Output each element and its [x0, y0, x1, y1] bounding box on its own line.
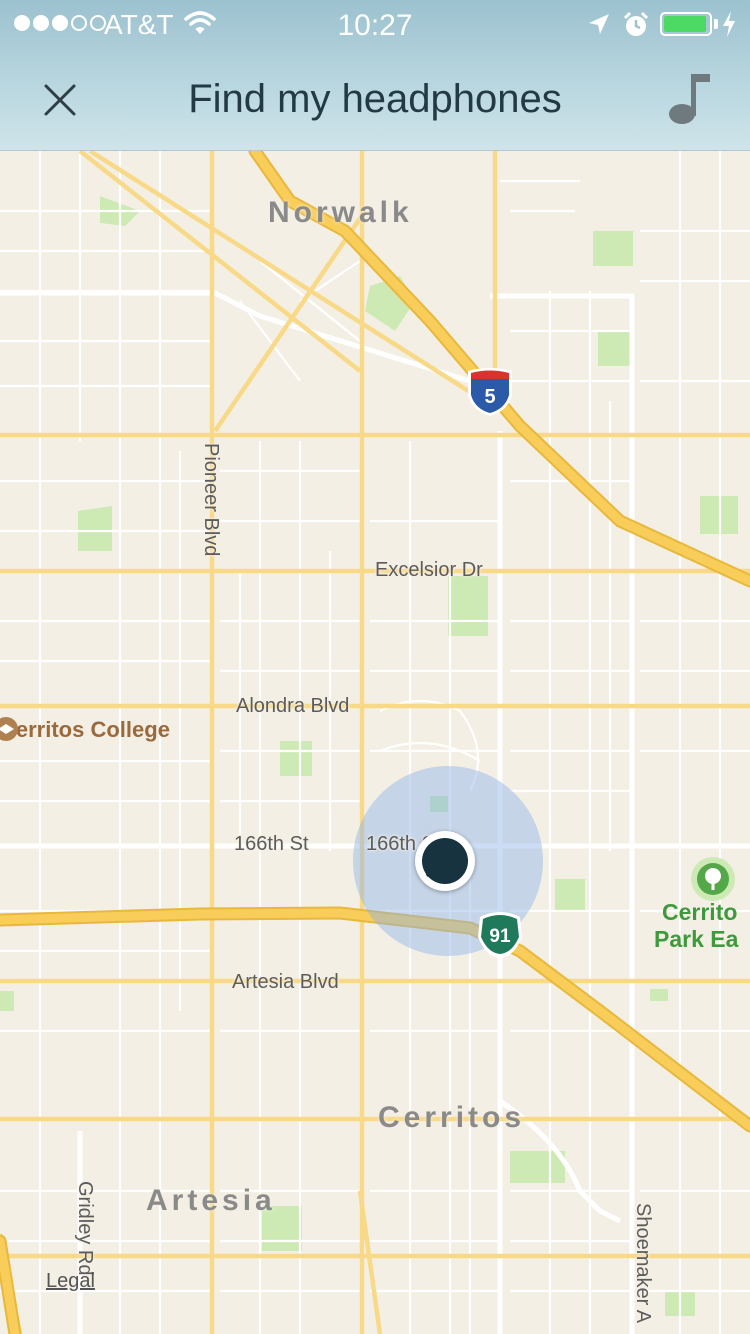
interstate-number: 5 [484, 386, 495, 408]
college-icon [0, 717, 18, 741]
battery-level-fill [664, 16, 706, 32]
street-label-excelsior: Excelsior Dr [375, 559, 483, 581]
headphones-marker[interactable] [415, 831, 475, 891]
poi-cerritos-college[interactable]: Cerritos College [0, 717, 170, 743]
street-label-pioneer: Pioneer Blvd [200, 443, 222, 557]
headphones-marker-icon [422, 838, 468, 884]
nav-header: AT&T 10:27 Find my headphones [0, 0, 750, 151]
street-label-artesia: Artesia Blvd [232, 971, 339, 993]
park-label[interactable]: Cerrito Park Ea [654, 899, 738, 953]
city-label-artesia: Artesia [146, 1184, 276, 1217]
street-label-166th: 166th St [234, 833, 309, 855]
tree-icon [691, 857, 735, 901]
page-title: Find my headphones [188, 77, 562, 121]
street-label-alondra: Alondra Blvd [236, 695, 350, 717]
street-label-gridley: Gridley Rd [74, 1181, 96, 1276]
battery-tip [714, 19, 718, 29]
route-91-shield: 91 [478, 912, 522, 958]
interstate-5-shield: 5 [468, 368, 512, 416]
status-bar: AT&T 10:27 [0, 0, 750, 50]
college-label: Cerritos College [0, 717, 170, 742]
park-label-line2: Park Ea [654, 926, 739, 952]
battery-icon [660, 12, 712, 36]
map-view[interactable]: 5 91 Norwalk Cerritos Artesia Pioneer Bl… [0, 151, 750, 1334]
street-label-shoemaker: Shoemaker A [632, 1203, 654, 1324]
route-number: 91 [489, 926, 511, 947]
alarm-icon [623, 11, 649, 36]
charging-bolt-icon [723, 11, 735, 37]
city-label-cerritos: Cerritos [378, 1101, 526, 1134]
location-arrow-icon [589, 14, 609, 34]
park-label-line1: Cerrito [662, 899, 738, 925]
city-label-norwalk: Norwalk [268, 196, 413, 229]
music-note-icon [669, 74, 710, 124]
legal-link[interactable]: Legal [46, 1270, 95, 1293]
music-button[interactable] [664, 70, 716, 126]
